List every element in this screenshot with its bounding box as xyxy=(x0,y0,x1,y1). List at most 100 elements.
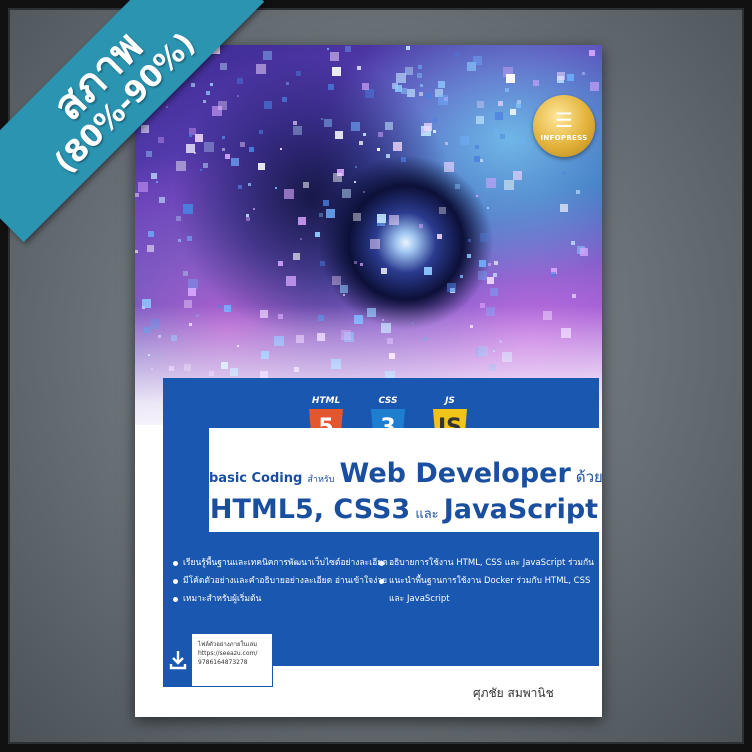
feature-list-left: เรียนรู้พื้นฐานและเทคนิคการพัฒนาเว็บไซต์… xyxy=(173,554,388,608)
pixel-square xyxy=(500,134,505,139)
pixel-square xyxy=(225,154,230,159)
pixel-square xyxy=(166,106,168,108)
pixel-square xyxy=(151,173,157,179)
download-box: ไฟล์ตัวอย่างภายในเล่ม https://seeazu.com… xyxy=(163,633,273,687)
download-text: ไฟล์ตัวอย่างภายในเล่ม https://seeazu.com… xyxy=(198,640,270,667)
pixel-square xyxy=(259,130,263,134)
pixel-square xyxy=(323,200,329,206)
title-and: และ xyxy=(415,507,439,522)
pixel-square xyxy=(433,118,437,122)
download-url: https://seeazu.com/ xyxy=(198,650,258,657)
pixel-square xyxy=(475,145,479,149)
pixel-square xyxy=(220,63,227,70)
pixel-square xyxy=(210,83,213,86)
pixel-square xyxy=(360,263,363,266)
pixel-square xyxy=(158,137,164,143)
pixel-square xyxy=(204,142,214,152)
pixel-square xyxy=(490,288,498,296)
pixel-square xyxy=(393,142,402,151)
pixel-square xyxy=(417,73,422,78)
pixel-square xyxy=(340,285,348,293)
pixel-square xyxy=(195,134,203,142)
pixel-square xyxy=(298,217,306,225)
pixel-square xyxy=(148,231,154,237)
pixel-square xyxy=(438,81,445,88)
pixel-square xyxy=(479,260,486,267)
pixel-square xyxy=(498,101,503,106)
pixel-square xyxy=(580,248,588,256)
title-web-developer: Web Developer xyxy=(339,458,571,489)
feature-list-right: อธิบายการใช้งาน HTML, CSS และ JavaScript… xyxy=(379,554,594,608)
pixel-square xyxy=(494,129,498,133)
download-caption: ไฟล์ตัวอย่างภายในเล่ม xyxy=(198,641,258,648)
download-isbn: 9786164873278 xyxy=(198,659,248,666)
pixel-square xyxy=(280,148,282,150)
pixel-square xyxy=(237,95,239,97)
pixel-square xyxy=(330,52,339,61)
pixel-square xyxy=(253,208,255,210)
pixel-square xyxy=(590,82,599,91)
pixel-square xyxy=(345,46,351,52)
pixel-square xyxy=(477,101,484,108)
pixel-square xyxy=(327,48,329,50)
pixel-square xyxy=(332,276,341,285)
pixel-square xyxy=(335,131,343,139)
pixel-square xyxy=(203,163,208,168)
pixel-square xyxy=(324,119,332,127)
pixel-square xyxy=(533,80,539,86)
feature-item-continued: และ JavaScript xyxy=(389,594,450,604)
pixel-square xyxy=(156,181,158,183)
pixel-square xyxy=(258,163,265,170)
pixel-square xyxy=(333,173,342,182)
pixel-square xyxy=(486,178,496,188)
pixel-square xyxy=(445,142,448,145)
publisher-badge: ☰ INFOPRESS xyxy=(533,95,595,157)
pixel-square xyxy=(389,215,399,225)
pixel-square xyxy=(315,232,320,237)
pixel-square xyxy=(439,207,446,214)
pixel-square xyxy=(141,125,149,133)
pixel-square xyxy=(178,239,181,242)
publisher-logo-icon: ☰ xyxy=(555,108,573,132)
title-basic-coding: basic Coding xyxy=(209,471,303,486)
pixel-square xyxy=(516,103,521,108)
pixel-square xyxy=(146,151,152,157)
pixel-square xyxy=(401,157,406,162)
pixel-square xyxy=(513,171,522,180)
title-box: basic Coding สำหรับ Web Developer ด้วย H… xyxy=(209,428,602,532)
pixel-square xyxy=(419,92,423,96)
pixel-square xyxy=(176,161,186,171)
author-name: ศุภชัย สมพานิช xyxy=(473,686,554,700)
pixel-square xyxy=(321,118,323,120)
pixel-square xyxy=(293,253,300,260)
title-for: สำหรับ xyxy=(307,475,335,485)
pixel-square xyxy=(351,122,360,131)
pixel-square xyxy=(460,136,469,145)
pixel-square xyxy=(135,193,139,197)
pixel-square xyxy=(206,91,210,95)
pixel-square xyxy=(560,204,568,212)
pixel-square xyxy=(433,130,436,133)
pixel-square xyxy=(263,51,272,60)
pixel-square xyxy=(370,239,380,249)
pixel-square xyxy=(468,239,471,242)
pixel-square xyxy=(231,158,239,166)
pixel-square xyxy=(426,93,432,99)
pixel-square xyxy=(353,213,361,221)
pixel-square xyxy=(237,78,243,84)
pixel-square xyxy=(183,271,188,276)
pixel-square xyxy=(504,180,514,190)
pixel-square xyxy=(286,82,289,85)
pixel-square xyxy=(494,261,498,265)
pixel-square xyxy=(363,133,366,136)
feature-item: เรียนรู้พื้นฐานและเทคนิคการพัฒนาเว็บไซต์… xyxy=(173,554,388,572)
pixel-square xyxy=(249,147,254,152)
pixel-square xyxy=(355,166,357,168)
pixel-square xyxy=(187,236,192,241)
pixel-square xyxy=(218,101,227,110)
pixel-square xyxy=(343,294,345,296)
pixel-square xyxy=(284,189,294,199)
feature-item: แนะนำพื้นฐานการใช้งาน Docker ร่วมกับ HTM… xyxy=(379,572,590,590)
pixel-square xyxy=(480,233,489,242)
pixel-square xyxy=(138,182,148,192)
